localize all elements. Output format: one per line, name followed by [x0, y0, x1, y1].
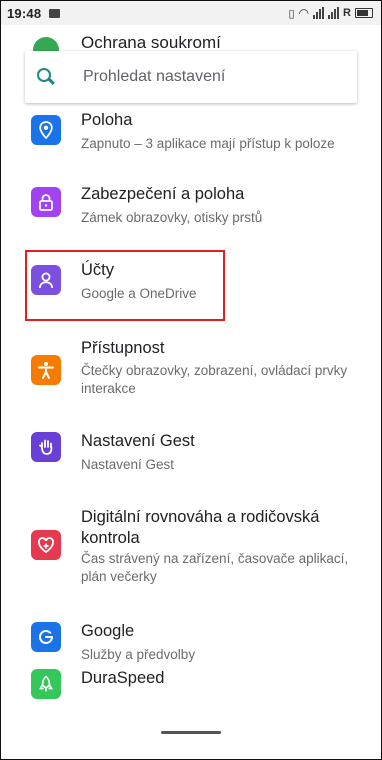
item-title: Google [81, 622, 135, 640]
settings-screen: 19:48 ▯ ◠ R Ochrana soukromí Prohledat n… [0, 0, 382, 760]
list-item-digital-wellbeing[interactable]: Digitální rovnováha a rodičovská kontrol… [1, 507, 381, 607]
item-title: Poloha [81, 111, 133, 129]
search-icon [37, 68, 55, 86]
gesture-hand-icon [31, 432, 61, 462]
signal-icon [313, 7, 325, 19]
status-time: 19:48 [7, 5, 42, 21]
rocket-icon [31, 669, 61, 699]
item-title: DuraSpeed [81, 669, 165, 687]
item-subtitle: Čas strávený na zařízení, časovače aplik… [81, 551, 349, 584]
item-subtitle: Nastavení Gest [81, 457, 175, 472]
item-title: Ochrana soukromí [81, 33, 221, 52]
signal-2-icon [328, 7, 340, 19]
selection-highlight [25, 250, 225, 321]
list-item-location[interactable]: Poloha Zapnuto – 3 aplikace mají přístup… [1, 111, 381, 171]
heart-plus-icon [31, 530, 61, 560]
list-item-duraspeed[interactable]: DuraSpeed [1, 667, 381, 717]
item-title: Nastavení Gest [81, 432, 195, 450]
item-title: Zabezpečení a poloha [81, 185, 245, 203]
list-item-gestures[interactable]: Nastavení Gest Nastavení Gest [1, 432, 381, 492]
item-subtitle: Čtečky obrazovky, zobrazení, ovládací pr… [81, 363, 348, 396]
location-icon [31, 115, 61, 145]
item-title: Přístupnost [81, 339, 165, 357]
item-subtitle: Služby a předvolby [81, 647, 196, 662]
google-g-icon [31, 622, 61, 652]
roaming-indicator: R [343, 7, 351, 19]
search-bar[interactable]: Prohledat nastavení [25, 51, 357, 103]
item-subtitle: Zámek obrazovky, otisky prstů [81, 210, 263, 225]
item-subtitle: Zapnuto – 3 aplikace mají přístup k polo… [81, 136, 335, 151]
list-item-accessibility[interactable]: Přístupnost Čtečky obrazovky, zobrazení,… [1, 339, 381, 419]
wifi-icon: ◠ [298, 6, 310, 20]
vibrate-icon: ▯ [288, 7, 295, 20]
search-input[interactable]: Prohledat nastavení [83, 68, 225, 86]
notification-icon [49, 8, 61, 18]
item-title: Digitální rovnováha a rodičovská kontrol… [81, 508, 320, 547]
gesture-navigation-bar[interactable] [161, 731, 221, 734]
battery-icon [355, 8, 373, 18]
lock-icon [31, 187, 61, 217]
status-icons: ▯ ◠ R [288, 6, 373, 20]
accessibility-icon [31, 355, 61, 385]
status-bar: 19:48 ▯ ◠ R [1, 1, 381, 25]
list-item-security[interactable]: Zabezpečení a poloha Zámek obrazovky, ot… [1, 185, 381, 245]
